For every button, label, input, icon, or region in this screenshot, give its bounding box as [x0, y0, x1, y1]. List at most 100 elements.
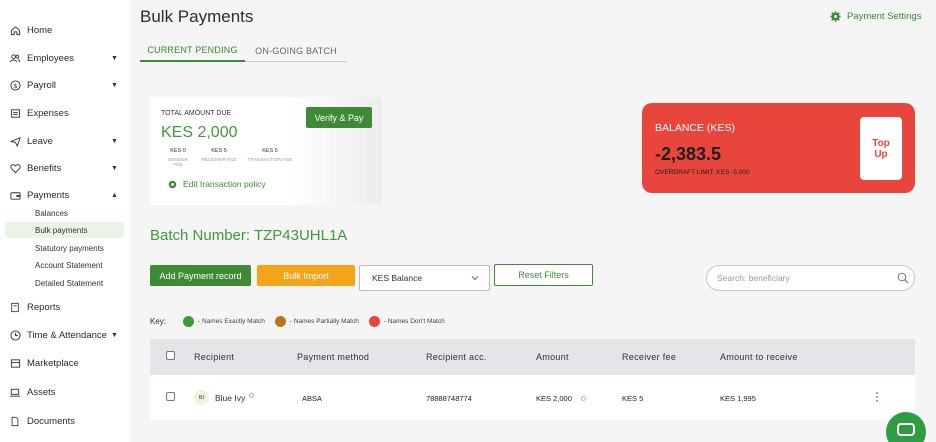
balance-source-select[interactable]: KES Balance: [359, 265, 490, 291]
edit-policy-label: Edit transaction policy: [183, 179, 266, 189]
sidebar-item-time-attendance[interactable]: Time & Attendance ▼: [0, 324, 130, 346]
sidebar-item-label: Expenses: [27, 107, 69, 119]
avatar: BI: [194, 390, 209, 405]
red-dot-icon: [368, 316, 380, 327]
tab-ongoing-batch[interactable]: ON-GOING BATCH: [245, 40, 347, 62]
transaction-fee: KES 5 TRANSACTION FEE: [244, 148, 296, 163]
total-amount-value: KES 2,000: [161, 124, 238, 141]
store-icon: [9, 357, 21, 369]
bulk-import-button[interactable]: Bulk Import: [257, 265, 355, 286]
search-box: [706, 265, 915, 291]
column-amount-to-receive: Amount to receive: [720, 352, 798, 362]
fee-label: TRANSACTION FEE: [247, 158, 293, 163]
sidebar-subitem-account-statement[interactable]: Account Statement: [5, 257, 124, 273]
key-item-label: - Names Don't Match: [383, 318, 445, 325]
top-up-label-line1: Top: [872, 137, 890, 149]
clock-icon: [9, 329, 21, 341]
receiver-fee: KES 5 RECEIVER FEE: [198, 148, 240, 163]
home-icon: [9, 24, 21, 36]
fee-label: RECEIVER FEE: [201, 158, 237, 163]
chevron-down-icon: ▼: [111, 331, 118, 339]
chat-button[interactable]: [886, 412, 926, 442]
top-up-label-line2: Up: [874, 148, 888, 160]
sidebar-item-reports[interactable]: Reports: [0, 296, 130, 318]
search-icon[interactable]: [897, 272, 909, 284]
payment-method: ABSA: [302, 394, 323, 403]
sidebar-item-payroll[interactable]: $ Payroll ▼: [0, 74, 130, 96]
fee-label: SENDER FEE: [168, 158, 188, 168]
chat-icon: [897, 423, 915, 436]
page-title: Bulk Payments: [140, 7, 254, 26]
sidebar-item-label: Time & Attendance: [27, 329, 107, 341]
receipt-icon: [9, 107, 21, 119]
top-up-button[interactable]: Top Up: [860, 117, 902, 180]
sidebar-item-label: Home: [27, 24, 53, 36]
key-no-match: - Names Don't Match: [368, 316, 445, 327]
sidebar-item-leave[interactable]: Leave ▼: [0, 130, 130, 152]
green-dot-icon: [183, 316, 195, 327]
balance-value: -2,383.5: [655, 144, 722, 164]
select-all-checkbox[interactable]: [166, 351, 175, 360]
table-header: Recipient Payment method Recipient acc. …: [150, 339, 915, 375]
dollar-icon: $: [9, 79, 21, 91]
amount: KES 2,000: [536, 394, 572, 403]
sidebar-item-label: Payments: [27, 189, 70, 201]
batch-number: Batch Number: TZP43UHL1A: [150, 227, 348, 244]
select-value: KES Balance: [372, 273, 423, 283]
payment-settings-label: Payment Settings: [847, 11, 922, 22]
verify-pay-button[interactable]: Verify & Pay: [306, 107, 372, 128]
total-amount-label: TOTAL AMOUNT DUE: [161, 110, 232, 117]
payment-settings-link[interactable]: Payment Settings: [830, 11, 921, 22]
svg-text:$: $: [13, 81, 17, 89]
recipient-name: Blue Ivy: [215, 393, 246, 403]
column-recipient: Recipient: [194, 352, 235, 362]
info-icon[interactable]: [249, 393, 254, 398]
sidebar: Home Employees ▼ $ Payroll ▼ Expenses Le…: [0, 0, 130, 442]
match-key: Key: - Names Exactly Match - Names Parti…: [150, 316, 445, 327]
chevron-down-icon: ▼: [111, 81, 118, 89]
overdraft-limit: OVERDRAFT LIMIT: KES -5,000: [655, 169, 750, 176]
add-payment-record-button[interactable]: Add Payment record: [150, 265, 251, 286]
chevron-down-icon: ▼: [111, 164, 118, 172]
sidebar-item-payments[interactable]: Payments ▲: [0, 184, 130, 206]
sidebar-item-benefits[interactable]: Benefits ▼: [0, 157, 130, 179]
sidebar-subitem-bulk-payments[interactable]: Bulk payments: [5, 222, 124, 238]
column-payment-method: Payment method: [297, 352, 370, 362]
balance-card: BALANCE (KES) -2,383.5 OVERDRAFT LIMIT: …: [642, 103, 915, 193]
column-amount: Amount: [536, 352, 569, 362]
key-item-label: - Names Exactly Match: [198, 318, 265, 325]
sidebar-item-label: Payroll: [27, 79, 57, 91]
sidebar-subitem-balances[interactable]: Balances: [5, 205, 124, 221]
chevron-up-icon: ▲: [111, 191, 118, 199]
sidebar-item-home[interactable]: Home: [0, 19, 130, 41]
balance-label: BALANCE (KES): [655, 122, 735, 134]
sidebar-item-marketplace[interactable]: Marketplace: [0, 352, 130, 374]
fee-value: KES 0: [170, 148, 186, 154]
recipient-account: 78888748774: [426, 394, 472, 403]
info-icon[interactable]: [581, 396, 586, 401]
gear-icon: [168, 180, 177, 188]
column-receiver-fee: Receiver fee: [622, 352, 677, 362]
sidebar-item-expenses[interactable]: Expenses: [0, 102, 130, 124]
sidebar-item-assets[interactable]: Assets: [0, 381, 130, 403]
sidebar-subitem-detailed-statement[interactable]: Detailed Statement: [5, 275, 124, 291]
sidebar-item-employees[interactable]: Employees ▼: [0, 47, 130, 69]
tab-current-pending[interactable]: CURRENT PENDING: [140, 40, 245, 62]
more-options-icon[interactable]: [874, 391, 880, 403]
sidebar-item-label: Reports: [27, 301, 61, 313]
reset-filters-button[interactable]: Reset Filters: [494, 264, 593, 286]
brown-dot-icon: [274, 316, 286, 327]
sidebar-subitem-statutory-payments[interactable]: Statutory payments: [5, 240, 124, 256]
table-row[interactable]: BI Blue Ivy ABSA 78888748774 KES 2,000 K…: [150, 375, 915, 420]
heart-icon: [9, 162, 21, 174]
receiver-fee: KES 5: [622, 394, 644, 403]
row-checkbox[interactable]: [166, 392, 175, 401]
edit-transaction-policy-link[interactable]: Edit transaction policy: [168, 179, 266, 189]
key-item-label: - Names Partially Match: [289, 318, 359, 325]
chevron-down-icon: ▼: [111, 137, 118, 145]
sidebar-item-label: Leave: [27, 135, 53, 147]
sidebar-item-documents[interactable]: Documents: [0, 410, 130, 432]
sidebar-item-label: Assets: [27, 386, 56, 398]
search-input[interactable]: [717, 271, 887, 285]
sidebar-item-label: Benefits: [27, 162, 62, 174]
